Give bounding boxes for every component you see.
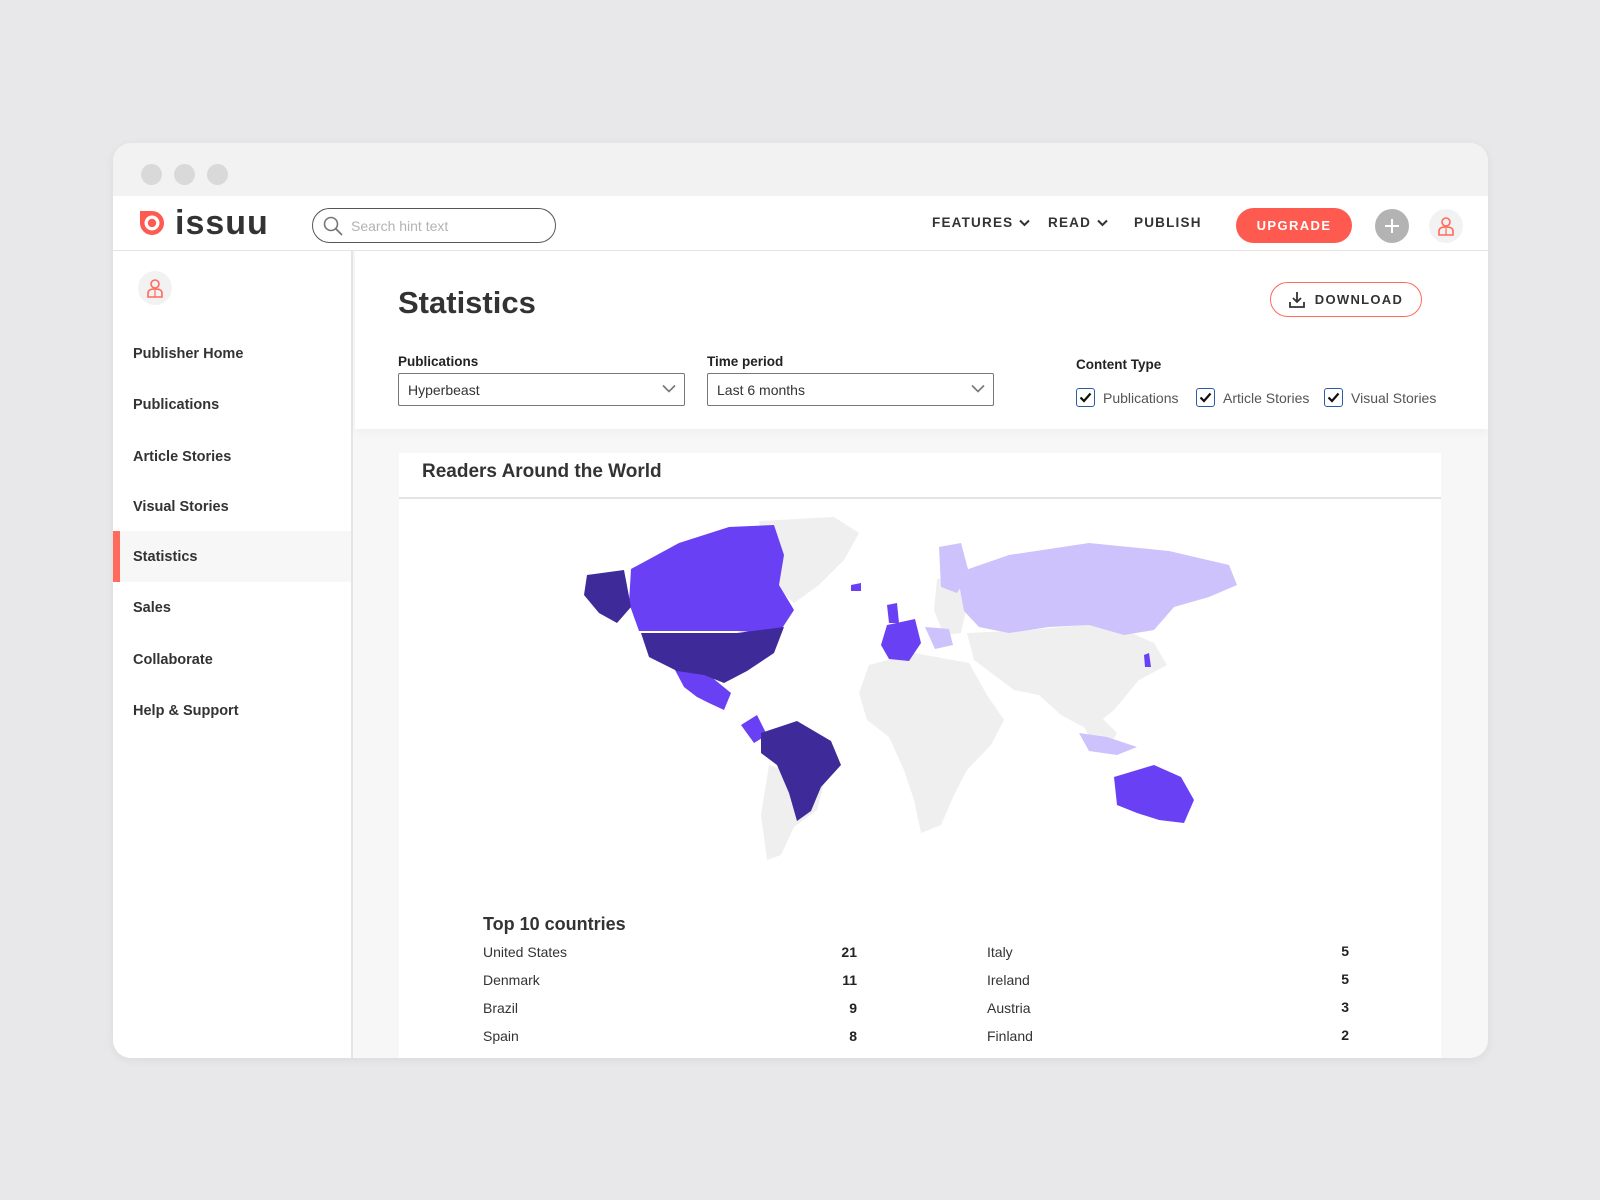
country-name: Italy (987, 944, 1013, 960)
user-menu-button[interactable] (1429, 209, 1463, 243)
download-label: DOWNLOAD (1314, 292, 1404, 307)
nav-features-label: FEATURES (932, 215, 1014, 230)
sidebar-item-statistics[interactable]: Statistics (113, 531, 351, 582)
download-button[interactable]: DOWNLOAD (1270, 282, 1422, 317)
top-navigation: issuu FEATURES READ PUBLISH UPGRADE (113, 196, 1488, 251)
search-input[interactable] (351, 217, 541, 234)
chevron-down-icon (662, 384, 676, 393)
window-chrome (113, 143, 1488, 196)
map-iceland (851, 583, 861, 591)
sidebar-item-sales[interactable]: Sales (113, 582, 351, 633)
country-name: Ireland (987, 972, 1030, 988)
checkbox-checked[interactable] (1324, 388, 1343, 407)
window-maximize-dot[interactable] (207, 164, 228, 185)
chevron-down-icon (1019, 219, 1031, 226)
publications-filter-label: Publications (398, 354, 479, 369)
country-count: 11 (842, 972, 857, 988)
map-usa (641, 627, 784, 683)
sidebar-item-publications[interactable]: Publications (113, 379, 351, 430)
top-countries-title: Top 10 countries (483, 914, 626, 934)
world-map (584, 517, 1237, 860)
nav-features[interactable]: FEATURES (932, 215, 1031, 230)
map-australia (1114, 765, 1194, 823)
country-name: Finland (987, 1028, 1033, 1044)
content-type-article-stories-label: Article Stories (1223, 389, 1310, 406)
download-icon (1288, 292, 1305, 308)
country-name: United States (483, 944, 568, 960)
readers-map-card: Readers Around the World Top 10 countrie… (399, 453, 1441, 1058)
upgrade-button[interactable]: UPGRADE (1236, 208, 1352, 243)
search-icon (323, 216, 343, 235)
plus-icon (1385, 219, 1399, 233)
map-russia (957, 543, 1237, 635)
window-close-dot[interactable] (141, 164, 162, 185)
card-divider (399, 497, 1441, 499)
content-type-article-stories[interactable]: Article Stories (1196, 388, 1309, 407)
time-period-select[interactable]: Last 6 months (707, 373, 994, 406)
map-alaska (584, 570, 631, 623)
card-title: Readers Around the World (422, 461, 662, 482)
time-period-filter-label: Time period (707, 354, 784, 369)
browser-window: issuu FEATURES READ PUBLISH UPGRADE (113, 143, 1488, 1058)
sidebar-item-article-stories[interactable]: Article Stories (113, 431, 351, 482)
issuu-logo[interactable]: issuu (137, 204, 269, 242)
content-type-visual-stories-label: Visual Stories (1351, 389, 1437, 406)
nav-read[interactable]: READ (1048, 215, 1108, 230)
checkbox-checked[interactable] (1076, 388, 1095, 407)
add-button[interactable] (1375, 209, 1409, 243)
country-name: Austria (987, 1000, 1031, 1016)
nav-publish-label: PUBLISH (1134, 215, 1202, 230)
map-canada (629, 525, 794, 633)
chevron-down-icon (1097, 219, 1108, 226)
chevron-down-icon (971, 384, 985, 393)
sidebar-avatar[interactable] (138, 271, 172, 305)
search-box[interactable] (312, 208, 556, 243)
content-type-visual-stories[interactable]: Visual Stories (1324, 388, 1436, 407)
sidebar-item-collaborate[interactable]: Collaborate (113, 634, 351, 685)
time-period-select-value: Last 6 months (717, 381, 805, 398)
publications-select-value: Hyperbeast (408, 381, 480, 398)
checkmark-icon (1199, 392, 1212, 403)
publications-select[interactable]: Hyperbeast (398, 373, 685, 406)
map-africa (859, 653, 1004, 833)
issuu-logo-icon (140, 211, 164, 235)
checkmark-icon (1327, 392, 1340, 403)
sidebar-item-publisher-home[interactable]: Publisher Home (113, 328, 351, 379)
nav-publish[interactable]: PUBLISH (1134, 215, 1202, 230)
country-name: Brazil (483, 1000, 519, 1016)
map-uk-ireland (887, 603, 899, 623)
logo-text: issuu (175, 204, 269, 242)
country-count: 8 (849, 1028, 857, 1044)
statistics-header: Statistics DOWNLOAD Publications Hyperbe… (355, 251, 1488, 429)
checkbox-checked[interactable] (1196, 388, 1215, 407)
content-type-publications-label: Publications (1103, 389, 1179, 406)
sidebar: Publisher Home Publications Article Stor… (113, 251, 353, 1058)
page-title: Statistics (398, 285, 536, 320)
checkmark-icon (1079, 392, 1092, 403)
sidebar-item-visual-stories[interactable]: Visual Stories (113, 481, 351, 532)
country-count: 5 (1341, 943, 1349, 959)
user-icon (1438, 217, 1454, 236)
country-count: 2 (1341, 1027, 1349, 1043)
nav-read-label: READ (1048, 215, 1092, 230)
country-count: 3 (1341, 999, 1349, 1015)
content-type-publications[interactable]: Publications (1076, 388, 1179, 407)
country-count: 21 (841, 944, 857, 960)
country-name: Spain (483, 1028, 519, 1044)
sidebar-item-help-support[interactable]: Help & Support (113, 685, 351, 736)
content-type-label: Content Type (1076, 357, 1162, 372)
country-name: Denmark (483, 972, 540, 988)
map-eastern-europe-low (925, 627, 953, 649)
country-count: 5 (1341, 971, 1349, 987)
window-minimize-dot[interactable] (174, 164, 195, 185)
user-icon (147, 279, 163, 298)
country-count: 9 (849, 1000, 857, 1016)
